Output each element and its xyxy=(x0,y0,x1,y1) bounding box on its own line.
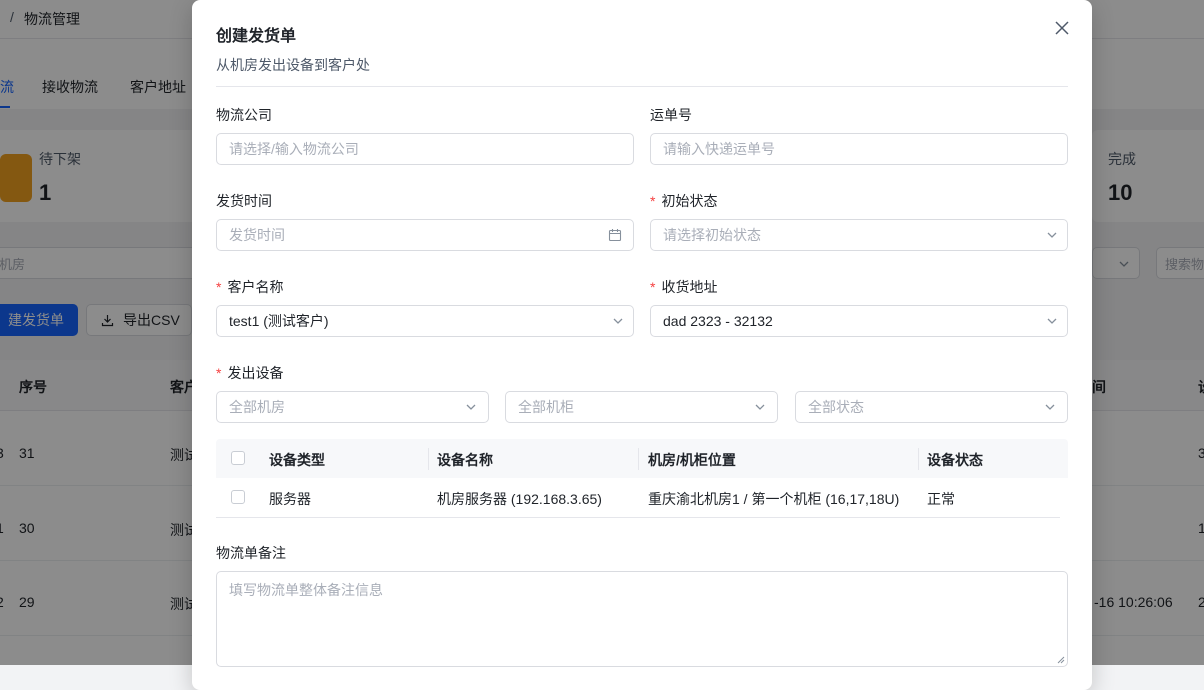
customer-label: * 客户名称 xyxy=(216,277,283,297)
customer-label-text: 客户名称 xyxy=(227,279,284,295)
row-checkbox[interactable] xyxy=(231,490,245,504)
company-input[interactable] xyxy=(216,133,634,165)
resize-handle-icon[interactable] xyxy=(1057,656,1065,664)
status-filter-placeholder: 全部状态 xyxy=(808,399,864,415)
column-divider xyxy=(918,448,919,470)
init-status-label: * 初始状态 xyxy=(650,191,717,211)
company-input-field[interactable] xyxy=(229,134,593,164)
dialog-divider xyxy=(216,86,1068,87)
init-status-placeholder: 请选择初始状态 xyxy=(663,227,761,243)
device-name: 机房服务器 (192.168.3.65) xyxy=(437,491,602,507)
column-header-location: 机房/机柜位置 xyxy=(648,452,736,468)
remark-textarea[interactable]: 填写物流单整体备注信息 xyxy=(216,571,1068,667)
device-status: 正常 xyxy=(927,491,955,507)
device-table-header: 设备类型 设备名称 机房/机柜位置 设备状态 xyxy=(216,439,1068,478)
chevron-down-icon xyxy=(1047,318,1057,324)
column-header-status: 设备状态 xyxy=(927,452,983,468)
chevron-down-icon xyxy=(1047,232,1057,238)
waybill-input[interactable] xyxy=(650,133,1068,165)
ship-time-picker[interactable]: 发货时间 xyxy=(216,219,634,251)
remark-label: 物流单备注 xyxy=(216,545,286,561)
customer-value: test1 (测试客户) xyxy=(229,313,329,329)
waybill-label: 运单号 xyxy=(650,107,692,123)
status-filter-select[interactable]: 全部状态 xyxy=(795,391,1068,423)
required-mark: * xyxy=(216,279,222,295)
remark-placeholder: 填写物流单整体备注信息 xyxy=(229,582,383,598)
cabinet-filter-select[interactable]: 全部机柜 xyxy=(505,391,778,423)
column-divider xyxy=(428,448,429,470)
cabinet-filter-placeholder: 全部机柜 xyxy=(518,399,574,415)
chevron-down-icon xyxy=(755,404,765,410)
company-label: 物流公司 xyxy=(216,107,272,123)
chevron-down-icon xyxy=(466,404,476,410)
close-icon[interactable] xyxy=(1052,18,1072,38)
devices-label: * 发出设备 xyxy=(216,363,283,383)
ship-time-placeholder: 发货时间 xyxy=(229,227,285,243)
column-header-name: 设备名称 xyxy=(437,452,493,468)
waybill-input-field[interactable] xyxy=(663,134,1027,164)
table-row[interactable]: 服务器 机房服务器 (192.168.3.65) 重庆渝北机房1 / 第一个机柜… xyxy=(216,478,1060,518)
ship-time-label: 发货时间 xyxy=(216,193,272,209)
select-all-checkbox[interactable] xyxy=(231,451,245,465)
required-mark: * xyxy=(216,365,222,381)
init-status-select[interactable]: 请选择初始状态 xyxy=(650,219,1068,251)
create-shipment-dialog: 创建发货单 从机房发出设备到客户处 物流公司 运单号 发货时间 发货时间 * 初始… xyxy=(192,0,1092,690)
address-label: * 收货地址 xyxy=(650,277,717,297)
required-mark: * xyxy=(650,193,656,209)
device-type: 服务器 xyxy=(269,491,311,507)
address-value: dad 2323 - 32132 xyxy=(663,313,773,329)
init-status-label-text: 初始状态 xyxy=(661,193,718,209)
column-divider xyxy=(638,448,639,470)
dialog-title: 创建发货单 xyxy=(216,28,297,45)
calendar-icon xyxy=(608,229,622,242)
dialog-subtitle: 从机房发出设备到客户处 xyxy=(216,57,370,73)
address-select[interactable]: dad 2323 - 32132 xyxy=(650,305,1068,337)
chevron-down-icon xyxy=(613,318,623,324)
address-label-text: 收货地址 xyxy=(661,279,718,295)
required-mark: * xyxy=(650,279,656,295)
room-filter-placeholder: 全部机房 xyxy=(229,399,285,415)
column-header-type: 设备类型 xyxy=(269,452,325,468)
customer-select[interactable]: test1 (测试客户) xyxy=(216,305,634,337)
room-filter-select[interactable]: 全部机房 xyxy=(216,391,489,423)
chevron-down-icon xyxy=(1045,404,1055,410)
devices-label-text: 发出设备 xyxy=(227,365,284,381)
device-location: 重庆渝北机房1 / 第一个机柜 (16,17,18U) xyxy=(648,491,900,507)
